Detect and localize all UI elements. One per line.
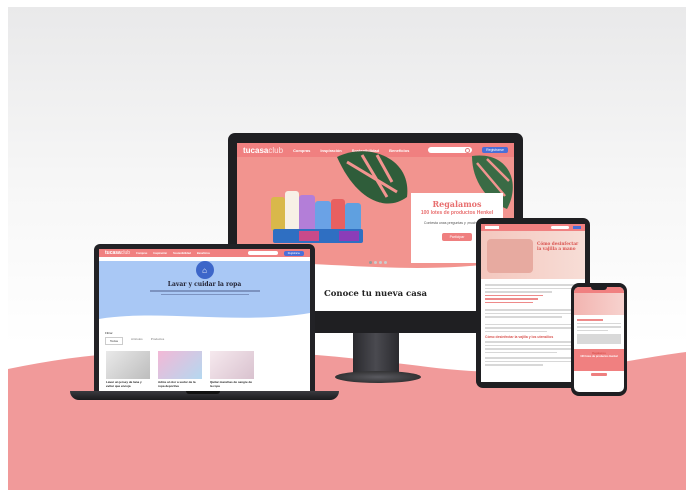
site-logo[interactable]: tucasaclub: [243, 146, 283, 155]
phone-screen: Regalamos 100 lotes de productos Henkel: [574, 287, 624, 392]
article-caption: Quitar manchas de sangre de la ropa: [210, 380, 253, 388]
article-image: [106, 351, 150, 379]
laptop-logo-main: tucasa: [105, 250, 121, 256]
henkel-products-image: [271, 191, 363, 243]
laptop-nav-compras[interactable]: Compras: [136, 252, 147, 255]
logo-main-text: tucasa: [243, 145, 269, 155]
laundry-icon: ⌂: [195, 261, 214, 279]
laptop-nav-sostenibilidad[interactable]: Sostenibilidad: [173, 252, 191, 255]
search-input[interactable]: [428, 147, 473, 153]
article-card[interactable]: Adiós al olor a sudor de la ropa deporti…: [158, 351, 202, 388]
laptop-screen: tucasaclub Compras Inspiración Sostenibi…: [99, 249, 310, 391]
tablet-section-heading: Cómo desinfectar la vajilla y los utensi…: [485, 335, 554, 339]
article-card[interactable]: Quitar manchas de sangre de la ropa: [210, 351, 254, 388]
filter-label: Filtrar: [105, 331, 113, 335]
logo-sub-text: club: [268, 145, 284, 155]
tablet-hero: Cómo desinfectar la vajilla a mano: [481, 231, 585, 279]
tab-articulos[interactable]: Artículos: [131, 337, 143, 345]
laptop-logo-sub: club: [120, 250, 131, 256]
smartphone: Regalamos 100 lotes de productos Henkel: [571, 283, 627, 396]
article-card[interactable]: Lavar un jersey de lana y evitar que enc…: [106, 351, 150, 388]
promo-title: Regalamos: [432, 199, 482, 209]
category-description: [149, 290, 260, 295]
article-image: [210, 351, 254, 379]
phone-hero-image: [574, 293, 624, 315]
tablet-logo[interactable]: [485, 226, 499, 229]
participate-button[interactable]: Participar: [441, 233, 473, 241]
tablet-navigation: [481, 224, 585, 231]
tablet-hero-title: Cómo desinfectar la vajilla a mano: [537, 241, 579, 252]
laptop: tucasaclub Compras Inspiración Sostenibi…: [94, 244, 315, 394]
laptop-search-input[interactable]: [247, 251, 278, 255]
tablet-search-input[interactable]: [551, 226, 569, 229]
laptop-register-button[interactable]: Registrarse: [283, 250, 304, 256]
article-cards: Lavar un jersey de lana y evitar que enc…: [99, 347, 310, 391]
phone-promo-banner: Regalamos 100 lotes de productos Henkel: [574, 349, 624, 371]
laptop-nav-inspiracion[interactable]: Inspiración: [153, 252, 167, 255]
carousel-dots[interactable]: [369, 261, 387, 264]
phone-article-body: [574, 315, 624, 346]
tablet-article-body: Cómo desinfectar la vajilla y los utensi…: [481, 279, 585, 371]
phone-promo-subtitle: 100 lotes de productos Henkel: [580, 355, 618, 359]
mockup-scene: tucasaclub Compras Inspiración Sostenibi…: [8, 7, 686, 490]
tab-productos[interactable]: Productos: [151, 337, 165, 345]
monitor-base: [335, 371, 421, 383]
tablet-register-button[interactable]: [573, 226, 581, 229]
category-title: Lavar y cuidar la ropa: [167, 281, 242, 288]
nav-item-compras[interactable]: Compras: [293, 148, 310, 153]
promo-subtitle: 100 lotes de productos Henkel: [420, 210, 494, 216]
hands-washing-image: [487, 239, 533, 273]
laptop-hero-wave: [99, 313, 310, 323]
laptop-logo[interactable]: tucasaclub: [105, 250, 130, 256]
tab-todos[interactable]: Todos: [105, 337, 124, 345]
laptop-notch: [186, 391, 220, 394]
tablet-screen: Cómo desinfectar la vajilla a mano Cómo …: [481, 224, 585, 382]
article-caption: Lavar un jersey de lana y evitar que enc…: [106, 380, 142, 388]
phone-participate-button[interactable]: [591, 373, 607, 376]
phone-notch: [591, 287, 607, 290]
article-caption: Adiós al olor a sudor de la ropa deporti…: [158, 380, 196, 388]
filter-tabs: Todos Artículos Productos: [99, 335, 310, 347]
article-image: [158, 351, 202, 379]
laptop-navigation: tucasaclub Compras Inspiración Sostenibi…: [99, 249, 310, 257]
laptop-nav-beneficios[interactable]: Beneficios: [197, 252, 210, 255]
monitor-stand: [353, 333, 399, 373]
category-hero: ⌂ Lavar y cuidar la ropa: [99, 261, 310, 323]
